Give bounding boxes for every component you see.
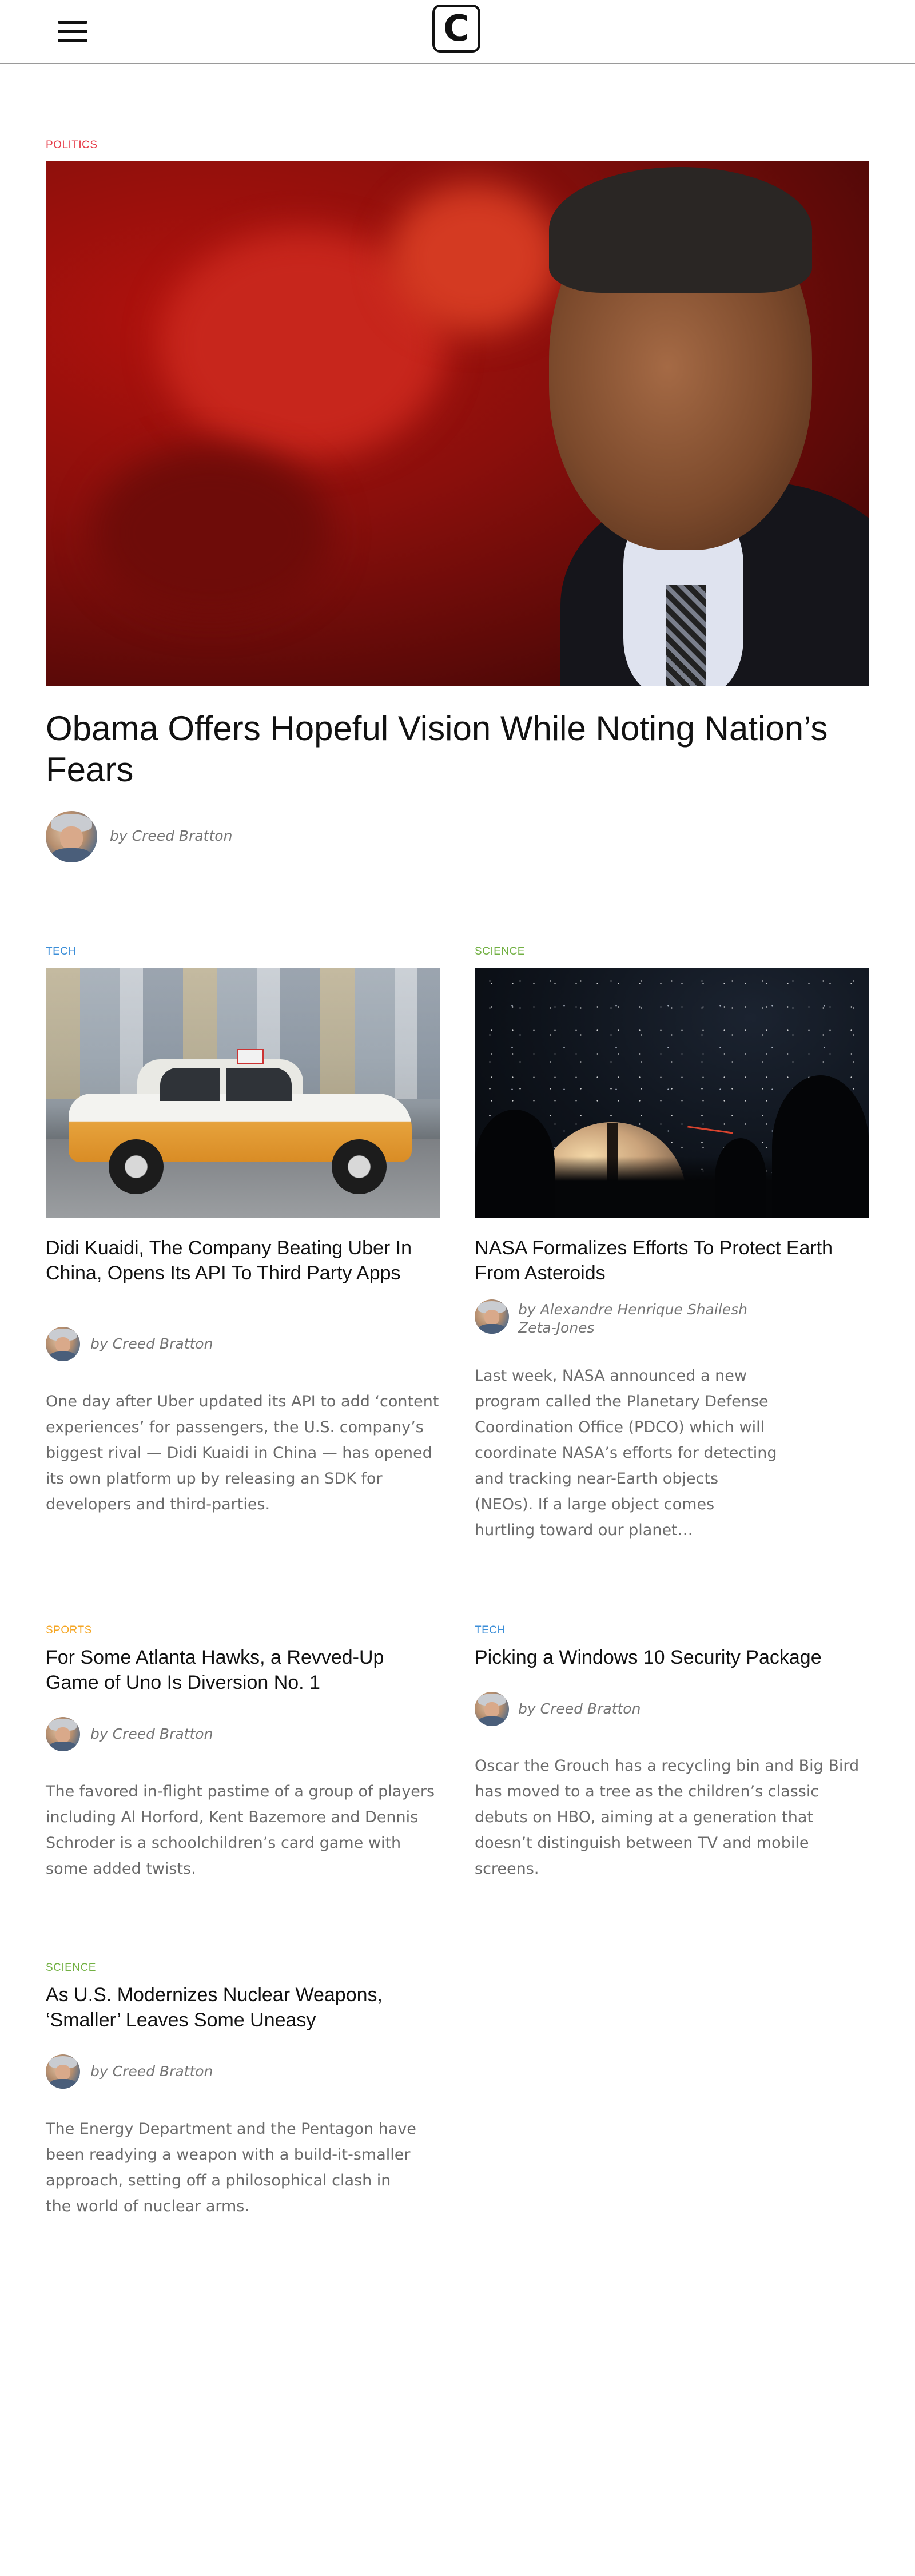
logo-letter: C <box>443 7 470 49</box>
article-excerpt: The Energy Department and the Pentagon h… <box>46 2120 416 2215</box>
article-byline[interactable]: by Alexandre Henrique Shailesh Zeta-Jone… <box>518 1301 781 1337</box>
author-avatar[interactable] <box>46 1717 80 1751</box>
article-image[interactable] <box>46 968 440 1218</box>
featured-category[interactable]: POLITICS <box>46 139 98 152</box>
article-excerpt: Oscar the Grouch has a recycling bin and… <box>475 1757 860 1878</box>
article-byline[interactable]: by Creed Bratton <box>518 1700 640 1718</box>
article-title[interactable]: NASA Formalizes Efforts To Protect Earth… <box>475 1235 869 1286</box>
featured-title[interactable]: Obama Offers Hopeful Vision While Noting… <box>46 708 869 790</box>
article-category[interactable]: SCIENCE <box>46 1962 96 1974</box>
author-avatar[interactable] <box>46 2054 80 2089</box>
site-header: C <box>0 0 915 64</box>
featured-author-avatar[interactable] <box>46 811 97 862</box>
author-avatar[interactable] <box>46 1327 80 1361</box>
article-byline[interactable]: by Creed Bratton <box>90 1725 213 1743</box>
article-category[interactable]: TECH <box>46 945 77 958</box>
article-byline[interactable]: by Creed Bratton <box>90 1335 213 1353</box>
site-logo[interactable]: C <box>432 5 480 53</box>
article-category[interactable]: SCIENCE <box>475 945 525 958</box>
article-excerpt: Last week, NASA announced a new program … <box>475 1367 777 1539</box>
article-excerpt: One day after Uber updated its API to ad… <box>46 1393 439 1513</box>
author-avatar[interactable] <box>475 1299 509 1334</box>
article-title[interactable]: As U.S. Modernizes Nuclear Weapons, ‘Sma… <box>46 1982 440 2033</box>
article-excerpt: The favored in-flight pastime of a group… <box>46 1783 435 1878</box>
article-category[interactable]: SPORTS <box>46 1624 92 1637</box>
author-avatar[interactable] <box>475 1692 509 1726</box>
article-byline[interactable]: by Creed Bratton <box>90 2062 213 2081</box>
article-title[interactable]: Didi Kuaidi, The Company Beating Uber In… <box>46 1235 440 1286</box>
article-image[interactable] <box>475 968 869 1218</box>
article-title[interactable]: For Some Atlanta Hawks, a Revved-Up Game… <box>46 1645 440 1695</box>
article-title[interactable]: Picking a Windows 10 Security Package <box>475 1645 869 1670</box>
article-category[interactable]: TECH <box>475 1624 506 1637</box>
hamburger-menu-icon[interactable] <box>58 21 87 42</box>
featured-byline[interactable]: by Creed Bratton <box>110 827 232 845</box>
featured-image[interactable] <box>46 161 869 686</box>
